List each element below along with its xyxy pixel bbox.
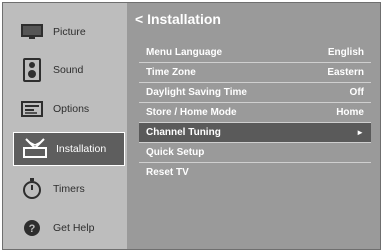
sidebar-item-get-help[interactable]: ? Get Help bbox=[11, 211, 127, 245]
tv-settings-window: Picture Sound Options Installation Timer… bbox=[2, 2, 381, 250]
menu-row-reset-tv[interactable]: Reset TV bbox=[139, 163, 371, 182]
menu-row-store-home-mode[interactable]: Store / Home Mode Home bbox=[139, 103, 371, 122]
menu-row-time-zone[interactable]: Time Zone Eastern bbox=[139, 63, 371, 82]
main-panel: < Installation Menu Language English Tim… bbox=[127, 3, 380, 249]
row-value: Off bbox=[349, 87, 364, 98]
sidebar: Picture Sound Options Installation Timer… bbox=[3, 3, 127, 249]
row-label: Store / Home Mode bbox=[146, 107, 237, 118]
row-label: Daylight Saving Time bbox=[146, 87, 247, 98]
options-panel-icon bbox=[17, 97, 47, 121]
row-label: Channel Tuning bbox=[146, 127, 221, 138]
row-label: Menu Language bbox=[146, 47, 223, 58]
row-label: Reset TV bbox=[146, 167, 189, 178]
stopwatch-icon bbox=[17, 177, 47, 201]
sidebar-item-label: Timers bbox=[53, 183, 85, 195]
sidebar-item-timers[interactable]: Timers bbox=[11, 172, 127, 206]
chevron-right-icon: ► bbox=[356, 128, 364, 137]
sidebar-item-label: Get Help bbox=[53, 222, 95, 234]
sidebar-item-label: Options bbox=[53, 103, 90, 115]
sidebar-item-picture[interactable]: Picture bbox=[11, 15, 127, 49]
row-value: Eastern bbox=[327, 67, 364, 78]
menu-row-quick-setup[interactable]: Quick Setup bbox=[139, 143, 371, 162]
help-icon: ? bbox=[17, 216, 47, 240]
row-label: Time Zone bbox=[146, 67, 196, 78]
sidebar-item-label: Sound bbox=[53, 64, 84, 76]
antenna-icon bbox=[20, 137, 50, 161]
menu-row-daylight-saving-time[interactable]: Daylight Saving Time Off bbox=[139, 83, 371, 102]
sidebar-item-options[interactable]: Options bbox=[11, 92, 127, 126]
row-value: English bbox=[327, 47, 364, 58]
sidebar-item-label: Picture bbox=[53, 26, 86, 38]
page-title[interactable]: < Installation bbox=[135, 11, 221, 27]
sidebar-item-sound[interactable]: Sound bbox=[11, 53, 127, 87]
speaker-icon bbox=[17, 58, 47, 82]
monitor-icon bbox=[17, 20, 47, 44]
row-value: Home bbox=[336, 107, 364, 118]
svg-text:?: ? bbox=[29, 223, 36, 235]
row-label: Quick Setup bbox=[146, 147, 205, 158]
menu-row-channel-tuning[interactable]: Channel Tuning ► bbox=[139, 123, 371, 142]
sidebar-item-label: Installation bbox=[56, 143, 107, 155]
sidebar-item-installation[interactable]: Installation bbox=[13, 132, 125, 166]
menu-row-menu-language[interactable]: Menu Language English bbox=[139, 43, 371, 62]
